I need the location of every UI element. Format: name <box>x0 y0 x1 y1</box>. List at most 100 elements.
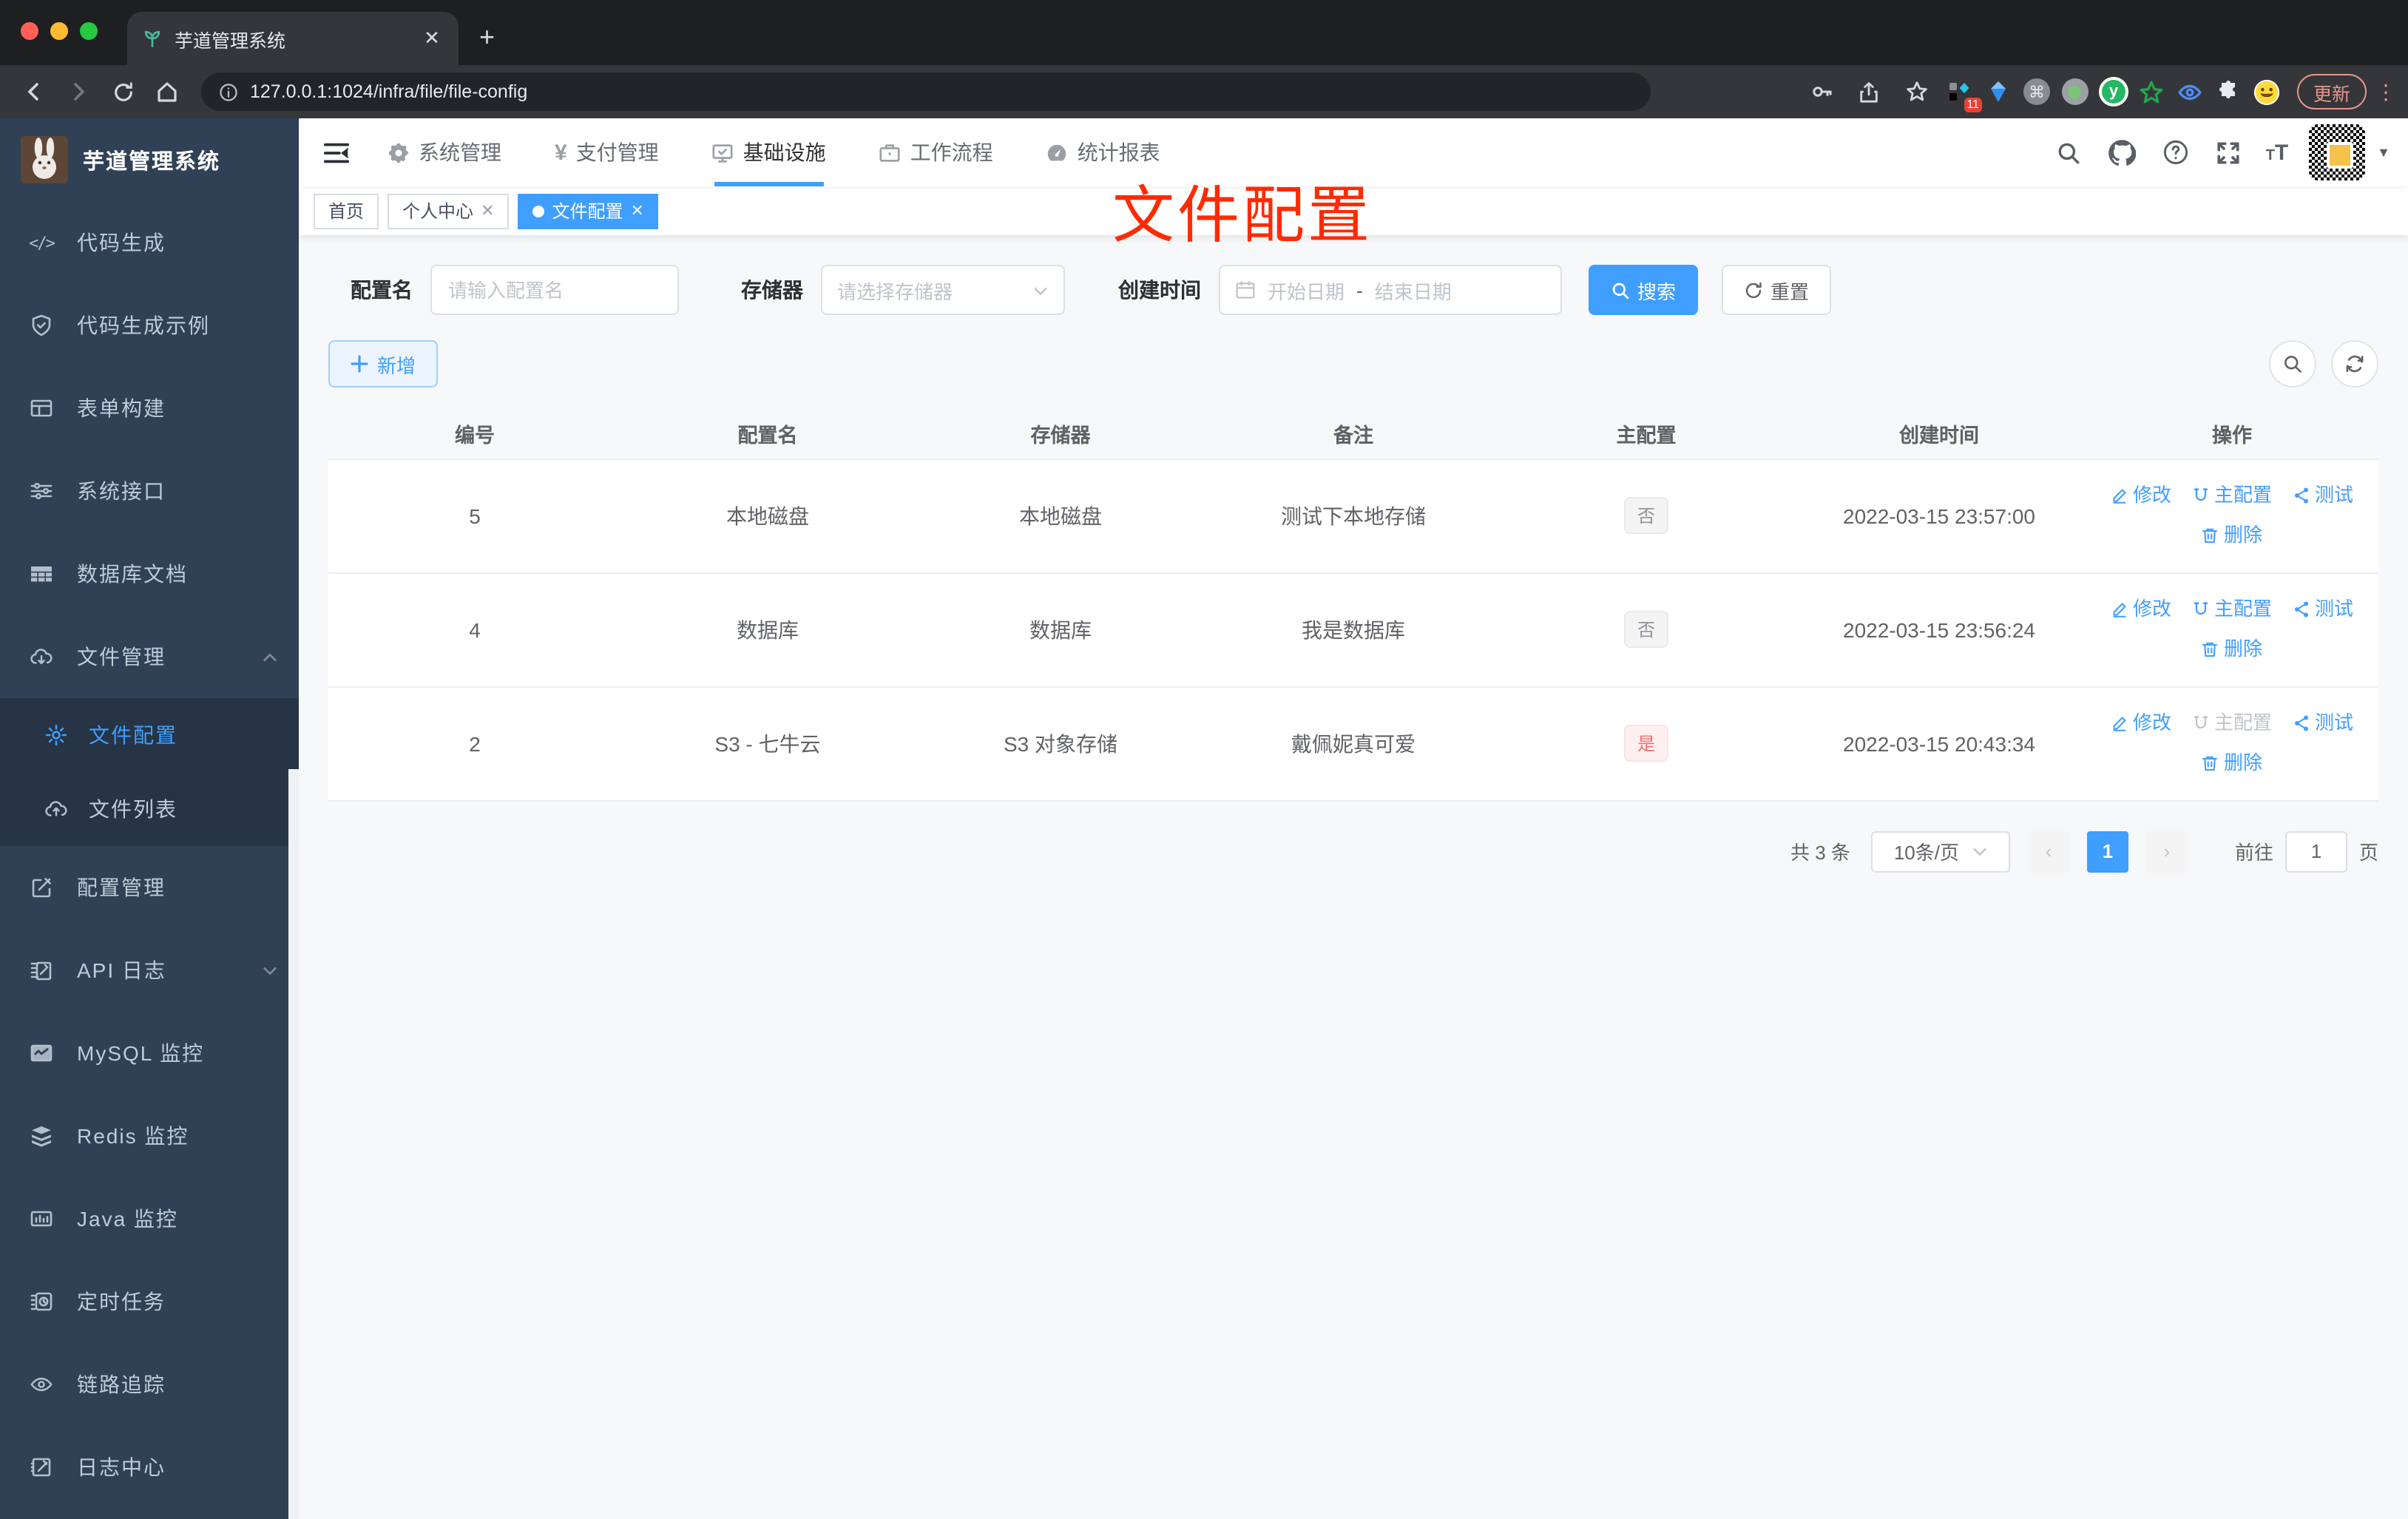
close-icon[interactable]: ✕ <box>631 201 644 220</box>
forward-icon[interactable] <box>59 72 98 111</box>
edit-link[interactable]: 修改 <box>2111 476 2171 514</box>
prev-page-button[interactable]: ‹ <box>2027 830 2069 872</box>
test-link[interactable]: 测试 <box>2293 476 2353 514</box>
sidebar-item-config-management[interactable]: 配置管理 <box>0 846 299 929</box>
app-title: 芋道管理系统 <box>83 150 220 174</box>
close-icon[interactable]: ✕ <box>481 201 494 220</box>
tag-profile[interactable]: 个人中心 ✕ <box>388 193 510 229</box>
delete-link[interactable]: 删除 <box>2202 743 2262 782</box>
extension-y-icon[interactable]: y <box>2098 77 2128 106</box>
reset-button[interactable]: 重置 <box>1722 265 1832 315</box>
dashboard-icon <box>1046 141 1069 163</box>
code-icon: </> <box>29 233 55 252</box>
bookmark-star-icon[interactable] <box>1898 72 1936 111</box>
home-icon[interactable] <box>148 72 186 111</box>
table-row: 4 数据库 数据库 我是数据库 否 2022-03-15 23:56:24 修改… <box>328 572 2378 687</box>
sidebar-item-file-management[interactable]: 文件管理 <box>0 615 299 698</box>
table-row: 5 本地磁盘 本地磁盘 测试下本地存储 否 2022-03-15 23:57:0… <box>328 459 2378 573</box>
extension-gem-icon[interactable] <box>1983 77 2013 106</box>
maximize-window-button[interactable] <box>80 22 98 40</box>
browser-update-button[interactable]: 更新 <box>2296 74 2367 109</box>
nav-infrastructure[interactable]: 基础设施 <box>712 118 826 186</box>
show-search-button[interactable] <box>2269 340 2316 388</box>
password-key-icon[interactable] <box>1803 72 1841 111</box>
sidebar-item-code-example[interactable]: 代码生成示例 <box>0 284 299 367</box>
sidebar-item-code-generation[interactable]: </> 代码生成 <box>0 201 299 284</box>
fullscreen-icon[interactable] <box>2213 136 2245 169</box>
sidebar-item-redis-monitor[interactable]: Redis 监控 <box>0 1095 299 1177</box>
sidebar-item-form-builder[interactable]: 表单构建 <box>0 367 299 450</box>
page-suffix: 页 <box>2358 842 2378 864</box>
address-bar[interactable]: 127.0.0.1:1024/infra/file/file-config <box>201 72 1651 111</box>
collapse-menu-icon[interactable] <box>311 127 361 177</box>
browser-tab[interactable]: 芋道管理系统 ✕ <box>127 12 459 65</box>
master-config-link[interactable]: 主配置 <box>2192 589 2272 628</box>
date-range-picker[interactable]: 开始日期 - 结束日期 <box>1219 265 1562 315</box>
sidebar-item-mysql-monitor[interactable]: MySQL 监控 <box>0 1012 299 1095</box>
tab-close-icon[interactable]: ✕ <box>420 27 444 50</box>
master-config-link[interactable]: 主配置 <box>2192 476 2272 514</box>
extension-green-dot-icon[interactable] <box>2060 77 2090 106</box>
help-icon[interactable] <box>2160 136 2192 169</box>
nav-workflow[interactable]: 工作流程 <box>879 118 993 186</box>
tag-home[interactable]: 首页 <box>314 193 379 229</box>
goto-label: 前往 <box>2234 842 2273 864</box>
extensions-puzzle-icon[interactable] <box>2214 77 2244 106</box>
sidebar-scrollbar[interactable] <box>288 769 299 1519</box>
delete-link[interactable]: 删除 <box>2202 629 2262 668</box>
chevron-down-icon <box>1032 282 1049 298</box>
extension-command-icon[interactable]: ⌘ <box>2022 77 2052 106</box>
storage-select[interactable]: 请选择存储器 <box>821 265 1065 315</box>
site-info-icon[interactable] <box>219 82 238 101</box>
test-link[interactable]: 测试 <box>2293 589 2353 628</box>
nav-system-management[interactable]: 系统管理 <box>388 118 501 186</box>
goto-page-input[interactable] <box>2284 830 2347 872</box>
font-size-icon[interactable]: TT <box>2266 140 2289 165</box>
current-page[interactable]: 1 <box>2086 830 2128 872</box>
browser-menu-icon[interactable]: ⋮ <box>2375 79 2396 104</box>
close-window-button[interactable] <box>21 22 38 40</box>
avatar-dropdown-icon[interactable]: ▼ <box>2377 145 2390 160</box>
new-tab-button[interactable]: + <box>479 22 495 65</box>
delete-link[interactable]: 删除 <box>2202 515 2262 554</box>
extension-emoji-icon[interactable] <box>2253 77 2282 106</box>
test-link[interactable]: 测试 <box>2293 703 2353 742</box>
minimize-window-button[interactable] <box>50 22 68 40</box>
col-storage: 存储器 <box>914 408 1207 459</box>
sidebar-item-scheduled-tasks[interactable]: 定时任务 <box>0 1260 299 1343</box>
extension-star-icon[interactable] <box>2137 77 2167 106</box>
app-logo[interactable]: 芋道管理系统 <box>0 118 299 201</box>
github-icon[interactable] <box>2106 136 2139 169</box>
search-button[interactable]: 搜索 <box>1589 265 1699 315</box>
total-count: 共 3 条 <box>1790 842 1850 864</box>
extension-tabs-icon[interactable]: 11 <box>1945 77 1982 112</box>
share-icon[interactable] <box>1850 72 1889 111</box>
master-config-link[interactable]: 主配置 <box>2192 703 2272 742</box>
sidebar-item-file-list[interactable]: 文件列表 <box>0 772 299 846</box>
sidebar-item-file-config[interactable]: 文件配置 <box>0 698 299 772</box>
sidebar-item-system-api[interactable]: 系统接口 <box>0 450 299 532</box>
sidebar-item-db-doc[interactable]: 数据库文档 <box>0 532 299 615</box>
window-controls[interactable] <box>21 22 98 40</box>
next-page-button[interactable]: › <box>2145 830 2188 872</box>
sidebar-item-api-log[interactable]: API 日志 <box>0 929 299 1012</box>
edit-link[interactable]: 修改 <box>2111 703 2171 742</box>
sidebar-item-tracing[interactable]: 链路追踪 <box>0 1343 299 1426</box>
end-date-placeholder: 结束日期 <box>1374 280 1452 302</box>
page-size-select[interactable]: 10条/页 <box>1870 830 2010 872</box>
extension-eye-icon[interactable] <box>2176 77 2205 106</box>
refresh-button[interactable] <box>2331 340 2378 388</box>
add-button[interactable]: 新增 <box>328 340 439 388</box>
tag-file-config[interactable]: 文件配置 ✕ <box>518 193 659 229</box>
config-name-input[interactable] <box>430 265 679 315</box>
filter-form: 配置名 存储器 请选择存储器 创建时间 开始日期 - 结束日期 <box>328 265 2378 315</box>
reload-icon[interactable] <box>104 72 142 111</box>
sidebar-item-java-monitor[interactable]: Java 监控 <box>0 1177 299 1260</box>
sidebar-item-log-center[interactable]: 日志中心 <box>0 1426 299 1509</box>
search-icon[interactable] <box>2053 136 2086 169</box>
timer-log-icon <box>30 1290 53 1313</box>
edit-link[interactable]: 修改 <box>2111 589 2171 628</box>
back-icon[interactable] <box>15 72 53 111</box>
nav-payment-management[interactable]: ¥ 支付管理 <box>555 118 659 186</box>
avatar[interactable] <box>2309 124 2366 180</box>
